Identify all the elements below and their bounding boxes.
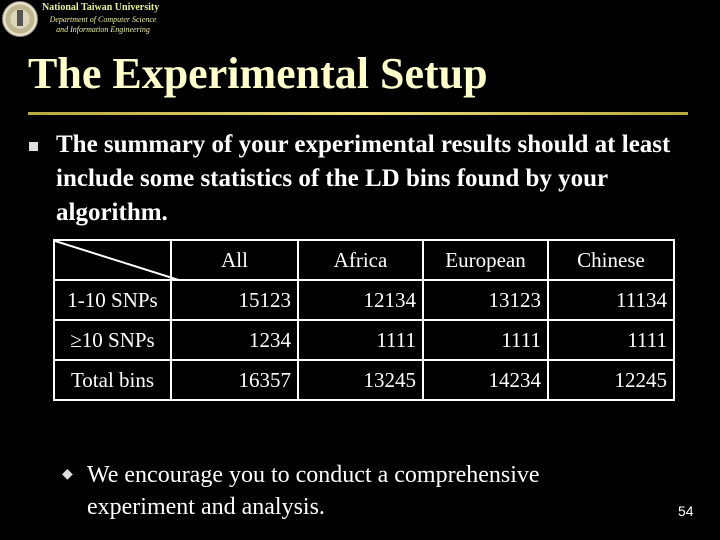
university-logo	[2, 1, 38, 37]
slide-title: The Experimental Setup	[28, 49, 488, 98]
table-cell: 12134	[297, 279, 424, 321]
row-label: 1-10 SNPs	[53, 279, 172, 321]
square-bullet-icon	[29, 142, 38, 151]
table-cell: 11134	[547, 279, 675, 321]
table-header-row: All Africa European Chinese	[53, 239, 675, 281]
sub-bullet-text: We encourage you to conduct a comprehens…	[87, 462, 540, 520]
bullet-text: The summary of your experimental results…	[56, 131, 671, 226]
results-table: All Africa European Chinese 1-10 SNPs 15…	[53, 239, 675, 401]
title-divider	[28, 112, 688, 115]
department-name: Department of Computer Science and Inform…	[48, 15, 158, 35]
page-number: 54	[678, 503, 694, 519]
column-header: Chinese	[547, 239, 675, 281]
table-row: 1-10 SNPs 15123 12134 13123 11134	[53, 279, 675, 321]
diagonal-line	[55, 241, 182, 281]
column-header: All	[170, 239, 299, 281]
table-cell: 14234	[422, 359, 549, 401]
column-header: European	[422, 239, 549, 281]
table-row: Total bins 16357 13245 14234 12245	[53, 359, 675, 401]
table-cell: 16357	[170, 359, 299, 401]
corner-cell	[53, 239, 182, 281]
row-label: Total bins	[53, 359, 172, 401]
department-line: Department of Computer Science	[49, 15, 157, 24]
table-cell: 15123	[170, 279, 299, 321]
table-cell: 1234	[170, 319, 299, 361]
row-label: ≥10 SNPs	[53, 319, 172, 361]
table-cell: 1111	[422, 319, 549, 361]
table-cell: 1111	[297, 319, 424, 361]
university-name: National Taiwan University	[42, 2, 160, 13]
column-header: Africa	[297, 239, 424, 281]
table-cell: 12245	[547, 359, 675, 401]
table-cell: 13123	[422, 279, 549, 321]
table-cell: 1111	[547, 319, 675, 361]
table-cell: 13245	[297, 359, 424, 401]
diamond-bullet-icon: ◆	[62, 467, 73, 482]
table-row: ≥10 SNPs 1234 1111 1111 1111	[53, 319, 675, 361]
department-line: and Information Engineering	[56, 25, 150, 34]
